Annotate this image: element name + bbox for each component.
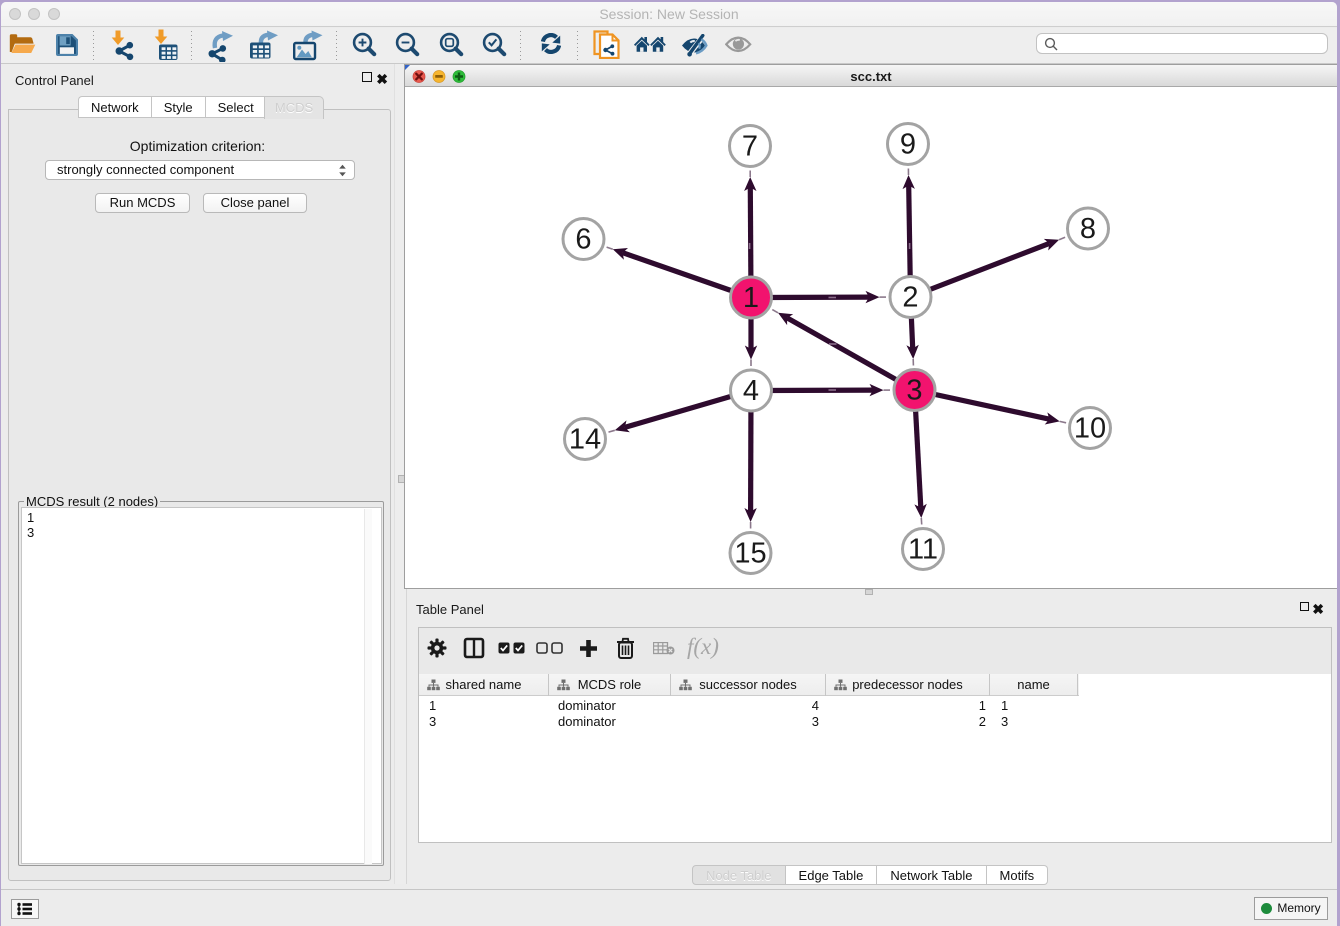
svg-text:14: 14 bbox=[569, 424, 601, 456]
svg-text:3: 3 bbox=[906, 375, 922, 407]
svg-text:9: 9 bbox=[900, 129, 916, 161]
svg-text:15: 15 bbox=[734, 538, 766, 570]
svg-text:6: 6 bbox=[575, 224, 591, 256]
svg-text:7: 7 bbox=[742, 131, 758, 163]
svg-text:1: 1 bbox=[743, 282, 759, 314]
svg-text:4: 4 bbox=[743, 375, 759, 407]
svg-text:10: 10 bbox=[1074, 413, 1106, 445]
svg-text:2: 2 bbox=[902, 282, 918, 314]
svg-text:8: 8 bbox=[1080, 213, 1096, 245]
svg-text:11: 11 bbox=[908, 534, 938, 566]
